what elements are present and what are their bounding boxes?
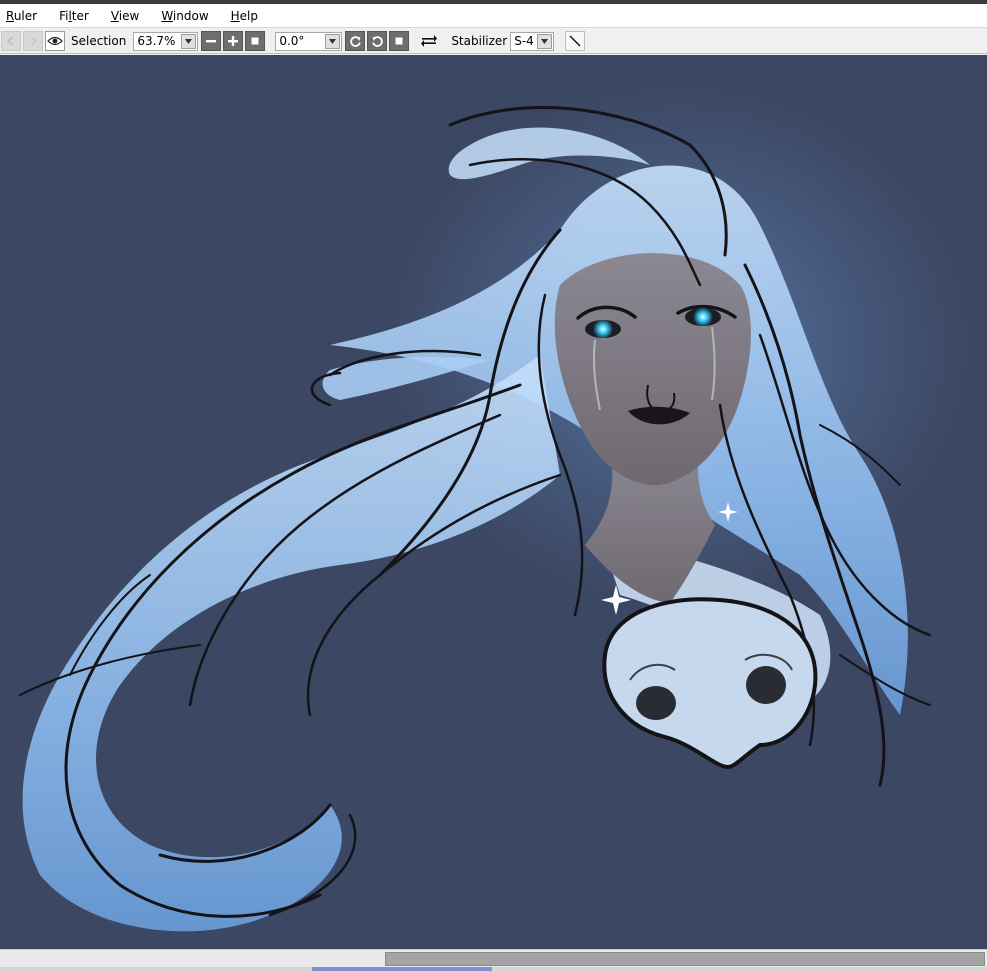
zoom-in-button[interactable] [223, 31, 244, 51]
square-icon [251, 37, 259, 45]
menu-view[interactable]: View [105, 4, 151, 28]
horizontal-scrollbar[interactable] [0, 949, 987, 967]
chevron-down-icon [181, 33, 197, 49]
stabilizer-dropdown[interactable]: S-4 [510, 31, 555, 51]
minus-icon [206, 40, 217, 43]
chevron-down-icon [537, 33, 553, 49]
stabilizer-label: Stabilizer [451, 34, 508, 48]
show-selection-toggle[interactable] [45, 31, 65, 51]
rotate-right-icon [372, 35, 383, 47]
menu-filter[interactable]: Filter [53, 4, 101, 28]
eye-icon [47, 36, 63, 46]
square-icon [395, 37, 403, 45]
rotation-reset-button[interactable] [389, 31, 410, 51]
scrollbar-thumb[interactable] [385, 952, 985, 966]
rotate-left-icon [350, 35, 361, 47]
flip-horizontal-button[interactable] [419, 31, 439, 51]
rotation-value: 0.0° [279, 33, 305, 48]
flip-horizontal-icon [421, 35, 438, 47]
rotation-dropdown[interactable]: 0.0° [275, 31, 343, 51]
artwork [0, 55, 987, 949]
menu-window[interactable]: Window [155, 4, 220, 28]
right-eye [693, 307, 713, 327]
rotate-right-button[interactable] [367, 31, 388, 51]
stroke-mode-button[interactable] [565, 31, 586, 51]
menu-ruler[interactable]: Ruler [0, 4, 49, 28]
selection-label: Selection [71, 34, 127, 48]
drawing-canvas[interactable] [0, 55, 987, 949]
undo-button[interactable] [1, 31, 21, 51]
zoom-out-button[interactable] [201, 31, 222, 51]
diagonal-line-icon [569, 35, 581, 47]
undo-icon [6, 36, 14, 46]
stabilizer-value: S-4 [514, 33, 534, 48]
redo-icon [30, 36, 38, 46]
status-segment [312, 967, 492, 971]
status-strip [0, 967, 987, 971]
zoom-value: 63.7% [137, 33, 176, 48]
menu-help[interactable]: Help [225, 4, 270, 28]
menu-bar: Ruler Filter View Window Help [0, 4, 987, 28]
toolbar: Selection 63.7% 0.0° Stabilizer S-4 [0, 29, 987, 54]
zoom-dropdown[interactable]: 63.7% [133, 31, 199, 51]
plus-icon [228, 36, 239, 46]
zoom-reset-button[interactable] [245, 31, 266, 51]
redo-button[interactable] [23, 31, 43, 51]
chevron-down-icon [325, 33, 341, 49]
left-eye [593, 319, 613, 339]
rotate-left-button[interactable] [345, 31, 366, 51]
